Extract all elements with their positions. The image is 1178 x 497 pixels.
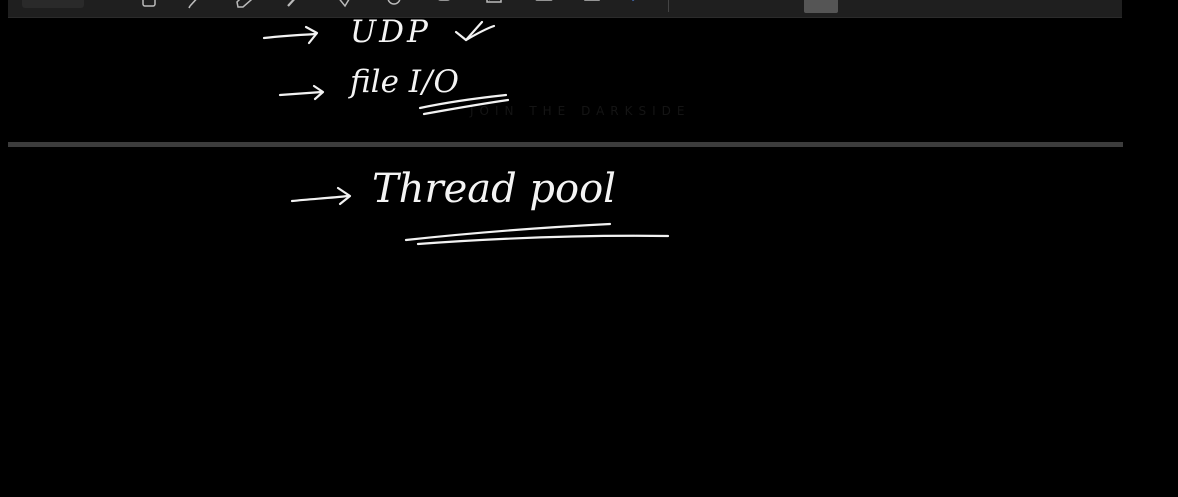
handwriting-layer — [262, 20, 670, 246]
note-thread-pool: Thread pool — [372, 166, 616, 212]
check-flourish — [464, 24, 496, 42]
arrow-icon — [262, 32, 318, 40]
note-udp: UDP — [350, 14, 431, 50]
note-file-word: file — [350, 64, 399, 100]
underline-thread-2 — [416, 234, 670, 246]
note-file-io: file I/O — [350, 64, 460, 100]
note-io-word: I/O — [408, 64, 460, 100]
underline-io-2 — [422, 98, 510, 116]
arrow-icon — [278, 90, 324, 97]
notebook-canvas[interactable]: JOIN THE DARKSIDE UDP file I/O Thread po… — [0, 0, 1178, 497]
arrow-icon — [290, 194, 350, 203]
